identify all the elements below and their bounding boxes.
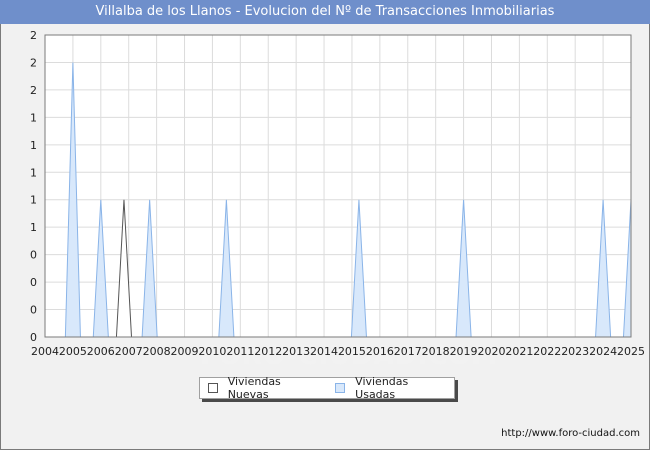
x-tick-label: 2008: [143, 345, 171, 358]
x-tick-label: 2004: [31, 345, 59, 358]
x-tick-label: 2007: [115, 345, 143, 358]
x-tick-label: 2020: [477, 345, 505, 358]
y-tick-label: 0: [30, 276, 37, 289]
y-tick-label: 0: [30, 331, 37, 344]
y-tick-label: 1: [30, 194, 37, 207]
y-tick-label: 2: [30, 56, 37, 69]
x-tick-label: 2015: [338, 345, 366, 358]
plot-area: [44, 34, 632, 338]
legend-swatch-usadas: [335, 383, 346, 393]
y-tick-label: 1: [30, 221, 37, 234]
y-tick-label: 0: [30, 304, 37, 317]
y-tick-label: 1: [30, 139, 37, 152]
legend-item-nuevas: Viviendas Nuevas: [208, 375, 321, 401]
x-tick-label: 2017: [394, 345, 422, 358]
x-tick-label: 2012: [254, 345, 282, 358]
x-tick-label: 2010: [198, 345, 226, 358]
x-tick-label: 2013: [282, 345, 310, 358]
footer-url: http://www.foro-ciudad.com: [501, 428, 640, 439]
legend-item-usadas: Viviendas Usadas: [335, 375, 448, 401]
x-tick-label: 2018: [422, 345, 450, 358]
x-tick-label: 2005: [59, 345, 87, 358]
x-tick-label: 2011: [226, 345, 254, 358]
legend-swatch-nuevas: [208, 383, 218, 393]
x-tick-label: 2016: [366, 345, 394, 358]
legend-label-usadas: Viviendas Usadas: [355, 375, 409, 401]
y-tick-label: 1: [30, 166, 37, 179]
legend-label-nuevas: Viviendas Nuevas: [227, 375, 281, 401]
legend: Viviendas Nuevas Viviendas Usadas: [199, 375, 455, 401]
x-tick-label: 2024: [589, 345, 617, 358]
x-tick-label: 2019: [450, 345, 478, 358]
x-tick-label: 2014: [310, 345, 338, 358]
x-tick-label: 2009: [171, 345, 199, 358]
y-tick-label: 2: [30, 84, 37, 97]
x-tick-label: 2006: [87, 345, 115, 358]
x-tick-label: 2023: [561, 345, 589, 358]
x-tick-label: 2022: [533, 345, 561, 358]
x-tick-label: 2025: [617, 345, 645, 358]
y-tick-label: 1: [30, 111, 37, 124]
x-tick-label: 2021: [505, 345, 533, 358]
y-tick-label: 0: [30, 249, 37, 262]
y-tick-label: 2: [30, 29, 37, 42]
